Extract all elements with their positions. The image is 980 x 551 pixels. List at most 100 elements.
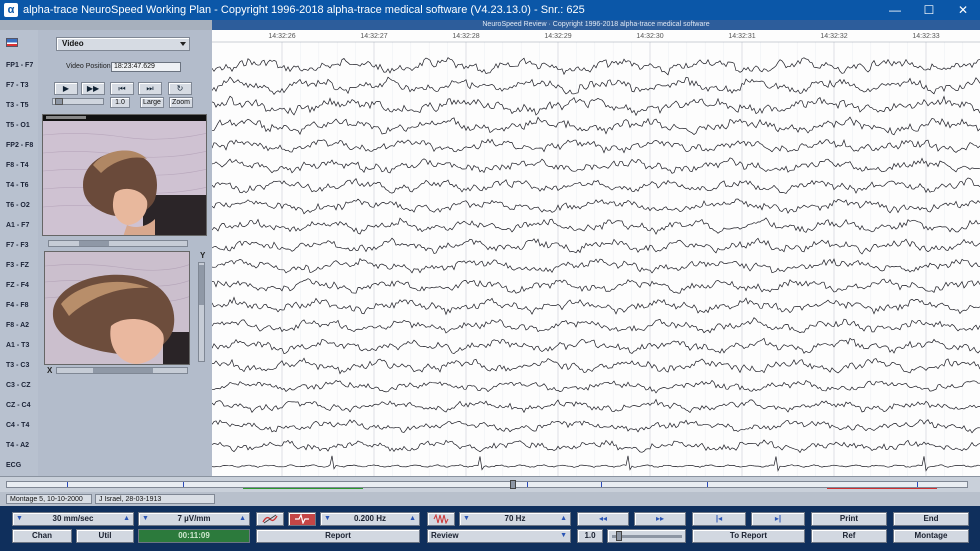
video-panel: Video Video Position: 18:23:47.629 ▶ ▶▶ … xyxy=(38,30,212,476)
timeline-marker-red xyxy=(827,488,937,489)
eeg-trace xyxy=(212,278,980,294)
eeg-trace xyxy=(212,217,980,235)
decrease-arrow-icon[interactable]: ▼ xyxy=(142,513,149,525)
zoom-horizontal-scrollbar[interactable] xyxy=(56,367,188,374)
waveform-icon xyxy=(433,513,449,525)
channel-label[interactable]: T6 - O2 xyxy=(0,196,38,214)
maximize-button[interactable]: ☐ xyxy=(912,0,946,20)
close-button[interactable]: ✕ xyxy=(946,0,980,20)
channel-label[interactable]: F8 - A2 xyxy=(0,316,38,334)
ref-button[interactable]: Ref xyxy=(811,529,887,543)
channel-label[interactable]: T3 - C3 xyxy=(0,356,38,374)
video-frame-zoom[interactable] xyxy=(44,251,190,365)
channel-label[interactable]: FP2 - F8 xyxy=(0,136,38,154)
high-filter-value: 70 Hz xyxy=(504,514,526,523)
skip-back-button[interactable]: ⏮ xyxy=(110,82,134,95)
timeline-thumb[interactable] xyxy=(510,480,516,489)
report-button[interactable]: Report xyxy=(256,529,420,543)
filter-toggle-button[interactable] xyxy=(256,512,284,526)
decrease-arrow-icon[interactable]: ▼ xyxy=(463,513,470,525)
recording-timeline[interactable] xyxy=(0,476,980,492)
channel-label[interactable]: ECG xyxy=(0,456,38,474)
paper-speed-control[interactable]: ▼ 30 mm/sec ▲ xyxy=(12,512,134,526)
channel-label[interactable]: FP1 - F7 xyxy=(0,56,38,74)
channel-label[interactable]: A1 - F7 xyxy=(0,216,38,234)
eeg-trace xyxy=(212,379,980,394)
channel-label[interactable]: A1 - T3 xyxy=(0,336,38,354)
channel-label[interactable]: T5 - O1 xyxy=(0,116,38,134)
eeg-waveforms xyxy=(212,41,980,476)
channel-label[interactable]: C4 - T4 xyxy=(0,416,38,434)
end-button[interactable]: End xyxy=(893,512,969,526)
montage-button[interactable]: Montage xyxy=(893,529,969,543)
channel-label[interactable]: T3 - T5 xyxy=(0,96,38,114)
slider-thumb[interactable] xyxy=(55,98,63,105)
playback-speed-value: 1.0 xyxy=(110,97,130,108)
large-button[interactable]: Large xyxy=(140,97,164,108)
flag-icon[interactable] xyxy=(6,38,18,47)
channel-label[interactable]: F3 - FZ xyxy=(0,256,38,274)
eeg-trace xyxy=(212,357,980,375)
fast-forward-button[interactable]: ▶▶ xyxy=(81,82,105,95)
play-button[interactable]: ▶ xyxy=(54,82,78,95)
increase-arrow-icon[interactable]: ▲ xyxy=(123,513,130,525)
skip-forward-button[interactable]: ⏭ xyxy=(138,82,162,95)
print-button[interactable]: Print xyxy=(811,512,887,526)
notch-filter-button[interactable] xyxy=(288,512,316,526)
eeg-trace xyxy=(212,95,980,117)
channel-label[interactable]: FZ - F4 xyxy=(0,276,38,294)
eeg-trace xyxy=(212,138,980,154)
zoom-button[interactable]: Zoom xyxy=(169,97,193,108)
increase-arrow-icon[interactable]: ▲ xyxy=(239,513,246,525)
channel-label[interactable]: F4 - F8 xyxy=(0,296,38,314)
eeg-trace xyxy=(212,439,980,454)
review-rate-slider[interactable] xyxy=(607,529,686,543)
montage-status: Montage 5, 10-10-2000 xyxy=(6,494,92,504)
review-dropdown[interactable]: Review ▼ xyxy=(427,529,571,543)
high-filter-control[interactable]: ▼ 70 Hz ▲ xyxy=(459,512,571,526)
increase-arrow-icon[interactable]: ▲ xyxy=(409,513,416,525)
eeg-trace xyxy=(212,296,980,316)
filter-icon xyxy=(262,514,278,524)
sensitivity-control[interactable]: ▼ 7 µV/mm ▲ xyxy=(138,512,250,526)
first-page-button[interactable]: |◂ xyxy=(692,512,746,526)
to-report-button[interactable]: To Report xyxy=(692,529,805,543)
review-value: Review xyxy=(431,531,459,540)
eeg-trace xyxy=(212,257,980,274)
video-source-select[interactable]: Video xyxy=(56,37,190,51)
decrease-arrow-icon[interactable]: ▼ xyxy=(324,513,331,525)
channel-label[interactable]: T4 - A2 xyxy=(0,436,38,454)
sensitivity-value: 7 µV/mm xyxy=(177,514,211,523)
channel-label[interactable]: CZ - C4 xyxy=(0,396,38,414)
eeg-trace xyxy=(212,237,980,255)
window-title: alpha-trace NeuroSpeed Working Plan - Co… xyxy=(23,4,585,16)
playback-slider[interactable] xyxy=(52,98,104,105)
decrease-arrow-icon[interactable]: ▼ xyxy=(16,513,23,525)
video-position-label: Video Position: xyxy=(66,63,113,70)
timeline-track[interactable] xyxy=(6,480,968,489)
channel-label[interactable]: F8 - T4 xyxy=(0,156,38,174)
eeg-trace xyxy=(212,455,980,472)
low-filter-control[interactable]: ▼ 0.200 Hz ▲ xyxy=(320,512,420,526)
video-frame-main[interactable] xyxy=(42,114,207,236)
channel-label[interactable]: F7 - F3 xyxy=(0,236,38,254)
high-filter-toggle-button[interactable] xyxy=(427,512,455,526)
last-page-button[interactable]: ▸| xyxy=(751,512,805,526)
app-window: α alpha-trace NeuroSpeed Working Plan - … xyxy=(0,0,980,551)
eeg-trace-area[interactable]: 14:32:26 14:32:27 14:32:28 14:32:29 14:3… xyxy=(212,30,980,476)
channel-label[interactable]: T4 - T6 xyxy=(0,176,38,194)
video-vertical-scrollbar[interactable] xyxy=(198,262,205,362)
next-page-button[interactable]: ▸▸ xyxy=(634,512,686,526)
util-button[interactable]: Util xyxy=(76,529,134,543)
refresh-button[interactable]: ↻ xyxy=(168,82,192,95)
video-horizontal-scrollbar[interactable] xyxy=(48,240,188,247)
slider-thumb[interactable] xyxy=(616,531,622,541)
chan-button[interactable]: Chan xyxy=(12,529,72,543)
previous-page-button[interactable]: ◂◂ xyxy=(577,512,629,526)
video-position-value: 18:23:47.629 xyxy=(111,62,181,72)
increase-arrow-icon[interactable]: ▲ xyxy=(560,513,567,525)
minimize-button[interactable]: — xyxy=(878,0,912,20)
dropdown-arrow-icon xyxy=(180,42,186,46)
channel-label[interactable]: C3 - CZ xyxy=(0,376,38,394)
channel-label[interactable]: F7 - T3 xyxy=(0,76,38,94)
